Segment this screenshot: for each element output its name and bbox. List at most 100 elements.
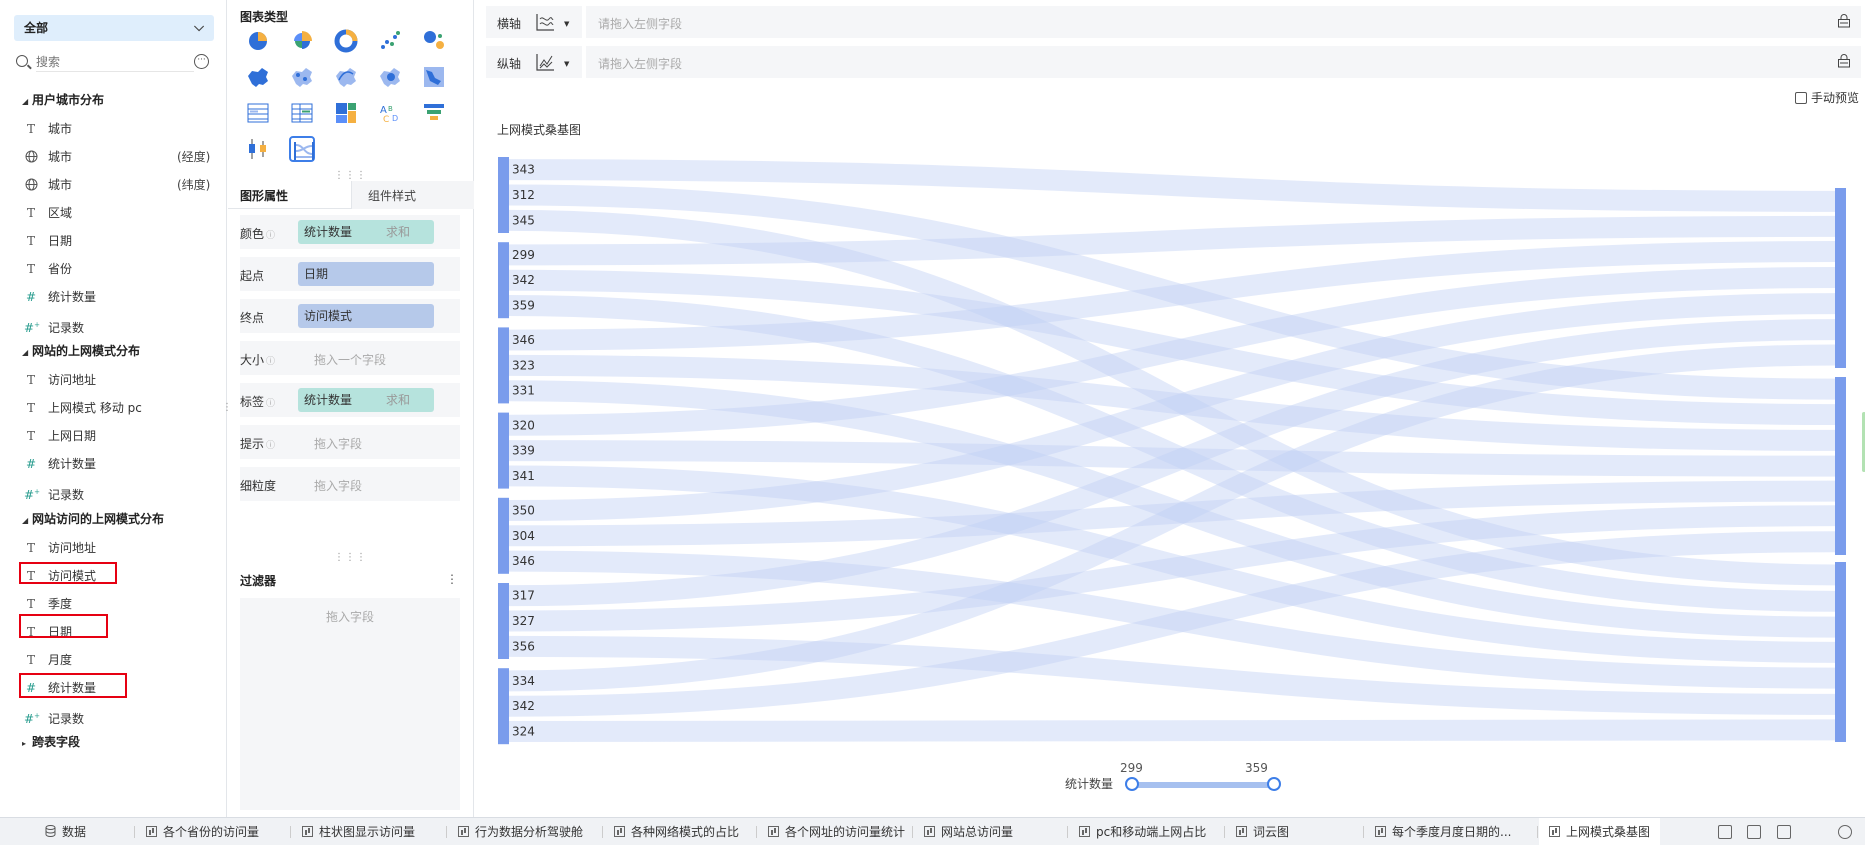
dot-map-icon[interactable] <box>289 64 315 90</box>
field-item[interactable]: T 上网模式 移动 pc <box>24 397 142 419</box>
info-icon[interactable]: ⓘ <box>266 231 275 241</box>
manual-preview-toggle[interactable]: 手动预览 <box>1795 89 1859 106</box>
sankey-source-node[interactable] <box>498 327 509 404</box>
sankey-chart-icon[interactable] <box>289 136 315 162</box>
aggregation-label[interactable]: 求和 <box>386 220 410 244</box>
flow-map-icon[interactable] <box>333 64 359 90</box>
sankey-source-node[interactable] <box>498 583 509 659</box>
lock-icon[interactable] <box>1837 14 1851 28</box>
donut-chart-icon[interactable] <box>333 28 359 54</box>
field-item[interactable]: #+ 记录数 <box>24 705 84 727</box>
x-axis-drop-zone[interactable]: 请拖入左侧字段 <box>582 6 1822 38</box>
table-icon[interactable] <box>245 100 271 126</box>
bubble-chart-icon[interactable] <box>421 28 447 54</box>
box-plot-icon[interactable] <box>245 136 271 162</box>
field-pill[interactable]: 统计数量 求和 <box>298 220 434 244</box>
sankey-source-node[interactable] <box>498 242 509 319</box>
field-item[interactable]: T 区域 <box>24 202 72 224</box>
filter-drop-zone[interactable]: 拖入字段 <box>240 598 460 810</box>
lock-icon[interactable] <box>1837 54 1851 68</box>
slider-min-handle[interactable] <box>1125 777 1139 791</box>
checkbox[interactable] <box>1795 92 1807 104</box>
sankey-target-node[interactable] <box>1835 188 1846 368</box>
sheet-tab[interactable]: pc和移动端上网占比 <box>1069 818 1216 845</box>
sheet-tab[interactable]: 数据 <box>35 818 96 845</box>
sankey-source-node[interactable] <box>498 668 509 745</box>
field-item[interactable]: #+ 记录数 <box>24 314 84 336</box>
field-pill[interactable]: 日期 <box>298 262 434 286</box>
field-item[interactable]: # 统计数量 <box>24 453 96 475</box>
info-icon[interactable]: ⓘ <box>266 357 275 367</box>
field-item[interactable]: T 上网日期 <box>24 425 96 447</box>
section-resize-handle[interactable]: ⋮⋮⋮ <box>334 170 367 181</box>
sankey-link[interactable] <box>508 719 1836 743</box>
field-pill[interactable]: 统计数量 求和 <box>298 388 434 412</box>
y-axis-drop-zone[interactable]: 请拖入左侧字段 <box>582 46 1822 78</box>
sheet-tab[interactable]: 各个省份的访问量 <box>136 818 269 845</box>
field-item[interactable]: #+ 记录数 <box>24 481 84 503</box>
tab-component-style[interactable]: 组件样式 <box>351 181 474 209</box>
sankey-source-node[interactable] <box>498 412 509 489</box>
tab-graphic-properties[interactable]: 图形属性 <box>240 187 288 204</box>
region-map-icon[interactable] <box>421 64 447 90</box>
field-pill[interactable]: 访问模式 <box>298 304 434 328</box>
sheet-tab[interactable]: 网站总访问量 <box>914 818 1023 845</box>
field-item[interactable]: T 日期 <box>24 230 72 252</box>
more-options-icon[interactable]: ··· <box>194 54 209 69</box>
info-icon[interactable]: ⓘ <box>266 441 275 451</box>
cross-table-icon[interactable] <box>289 100 315 126</box>
field-item[interactable]: T 城市 <box>24 118 72 140</box>
y-axis-icon[interactable] <box>534 52 556 72</box>
field-item[interactable]: T 访问地址 <box>24 537 96 559</box>
field-item[interactable]: 城市 (经度) <box>24 146 210 168</box>
collapse-icon[interactable] <box>1838 825 1852 839</box>
sankey-target-node[interactable] <box>1835 562 1846 742</box>
add-chart-icon[interactable] <box>1718 825 1732 839</box>
slider-track[interactable] <box>1130 782 1273 788</box>
sankey-source-node[interactable] <box>498 497 509 574</box>
pie-chart-icon[interactable] <box>245 28 271 54</box>
field-item[interactable]: 城市 (纬度) <box>24 174 210 196</box>
treemap-icon[interactable] <box>333 100 359 126</box>
sankey-link[interactable] <box>508 241 1836 351</box>
sankey-target-node[interactable] <box>1835 377 1846 555</box>
dataset-select[interactable]: 全部 ⌵ <box>14 15 214 41</box>
search-input[interactable] <box>36 52 194 72</box>
property-drop-zone[interactable]: 拖入字段 <box>314 435 362 452</box>
x-axis-icon[interactable] <box>534 12 556 32</box>
property-drop-zone[interactable]: 拖入字段 <box>314 477 362 494</box>
info-icon[interactable]: ⓘ <box>266 399 275 409</box>
sankey-source-node[interactable] <box>498 157 509 233</box>
scatter-chart-icon[interactable] <box>377 28 403 54</box>
sheet-tab[interactable]: 每个季度月度日期的... <box>1365 818 1521 845</box>
more-icon[interactable]: ⋮ <box>446 572 458 586</box>
section-resize-handle[interactable]: ⋮⋮⋮ <box>334 552 367 563</box>
field-group[interactable]: ▸ 跨表字段 <box>22 731 80 753</box>
word-cloud-icon[interactable]: ABCD <box>377 100 403 126</box>
sheet-tab[interactable]: 行为数据分析驾驶舱 <box>448 818 593 845</box>
sheet-tab[interactable]: 上网模式桑基图 <box>1539 818 1661 845</box>
sheet-tab[interactable]: 各个网址的访问量统计 <box>758 818 915 845</box>
field-item[interactable]: T 访问地址 <box>24 369 96 391</box>
rose-chart-icon[interactable] <box>289 28 315 54</box>
field-item[interactable]: T 月度 <box>24 649 72 671</box>
sheet-tab[interactable]: 各种网络模式的占比 <box>604 818 749 845</box>
field-group[interactable]: ◢ 用户城市分布 <box>22 89 104 111</box>
field-group[interactable]: ◢ 网站访问的上网模式分布 <box>22 508 164 530</box>
sheet-tab[interactable]: 柱状图显示访问量 <box>292 818 425 845</box>
sheet-tab[interactable]: 词云图 <box>1226 818 1299 845</box>
chevron-down-icon[interactable]: ▼ <box>564 20 569 28</box>
funnel-chart-icon[interactable] <box>421 100 447 126</box>
heat-map-icon[interactable] <box>377 64 403 90</box>
slider-max-handle[interactable] <box>1267 777 1281 791</box>
sankey-chart[interactable]: 343 312 345 299 342 359 346 323 331 320 339 341 350 3… <box>475 150 1865 750</box>
china-map-icon[interactable] <box>245 64 271 90</box>
add-dashboard-icon[interactable] <box>1747 825 1761 839</box>
aggregation-label[interactable]: 求和 <box>386 388 410 412</box>
chevron-down-icon[interactable]: ▼ <box>564 60 569 68</box>
field-item[interactable]: T 季度 <box>24 593 72 615</box>
property-drop-zone[interactable]: 拖入一个字段 <box>314 351 386 368</box>
field-item[interactable]: T 省份 <box>24 258 72 280</box>
add-report-icon[interactable] <box>1777 825 1791 839</box>
field-item[interactable]: # 统计数量 <box>24 286 96 308</box>
